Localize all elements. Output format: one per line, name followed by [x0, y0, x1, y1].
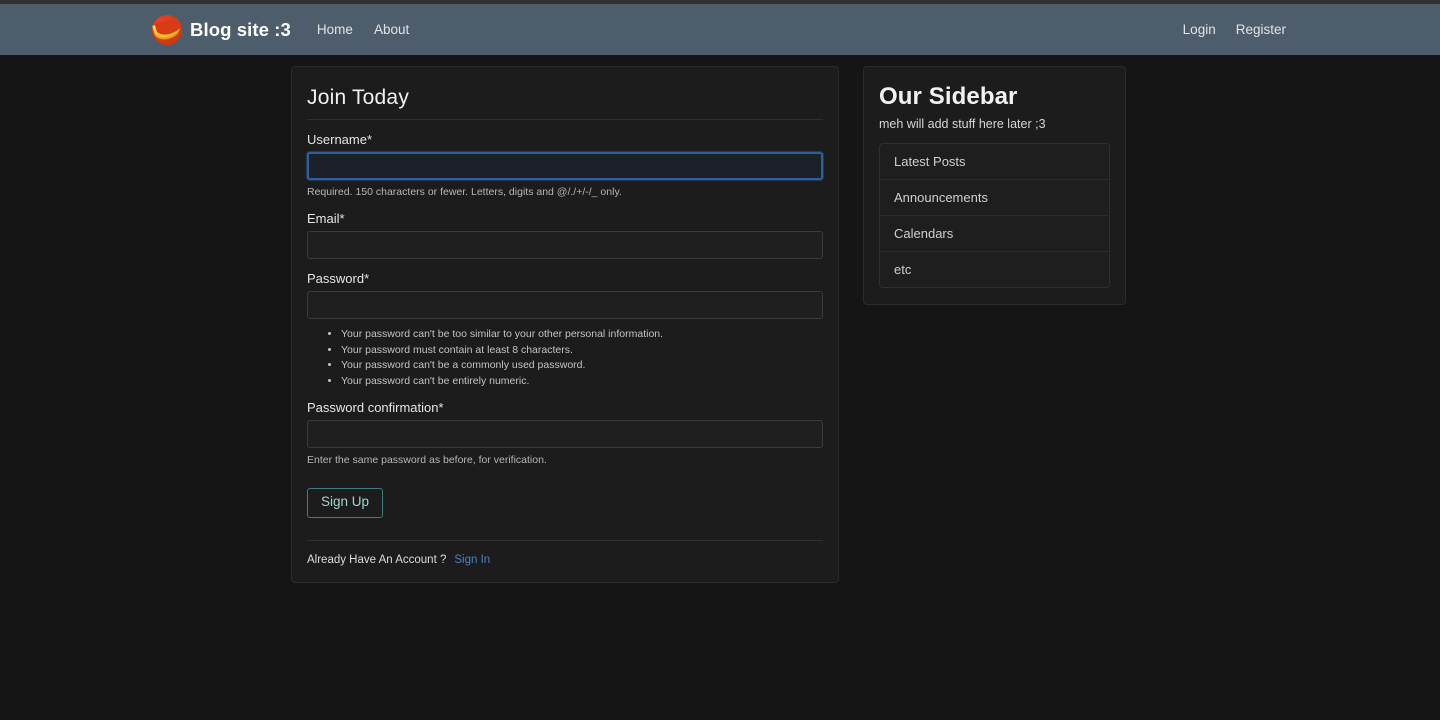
label-password: Password* — [307, 271, 370, 287]
sidebar: Our Sidebar meh will add stuff here late… — [863, 66, 1126, 305]
sidebar-title: Our Sidebar — [879, 83, 1018, 110]
nav-link-login[interactable]: Login — [1183, 22, 1216, 37]
signup-form: Username* Required. 150 characters or fe… — [307, 132, 823, 519]
main-column: Join Today Username* Required. 150 chara… — [291, 66, 839, 584]
password-rule: Your password can't be too similar to yo… — [341, 327, 823, 341]
sidebar-item-announcements[interactable]: Announcements — [880, 180, 1109, 216]
existing-account-prompt: Already Have An Account ? — [307, 554, 447, 567]
field-email: Email* — [307, 211, 823, 260]
brand-link[interactable]: Blog site :3 — [152, 14, 291, 45]
password-input[interactable] — [307, 291, 823, 320]
banana-circle-logo-icon — [152, 14, 182, 45]
sidebar-list: Latest Posts Announcements Calendars etc — [879, 143, 1110, 288]
sidebar-column: Our Sidebar meh will add stuff here late… — [863, 66, 1126, 305]
help-username: Required. 150 characters or fewer. Lette… — [307, 186, 622, 198]
sidebar-item-latest-posts[interactable]: Latest Posts — [880, 144, 1109, 180]
email-input[interactable] — [307, 231, 823, 260]
password-rule: Your password can't be a commonly used p… — [341, 358, 823, 372]
field-password: Password* Your password can't be too sim… — [307, 271, 823, 388]
auth-nav: Login Register — [1183, 22, 1290, 37]
nav-item-home: Home — [317, 21, 353, 39]
sign-up-button[interactable]: Sign Up — [307, 488, 384, 519]
nav-item-about: About — [374, 21, 409, 39]
password-confirmation-input[interactable] — [307, 420, 823, 449]
navbar: Blog site :3 Home About Login Register — [0, 4, 1440, 55]
nav-link-about[interactable]: About — [374, 22, 409, 37]
signup-card: Join Today Username* Required. 150 chara… — [291, 66, 839, 584]
sidebar-subtitle: meh will add stuff here later ;3 — [879, 117, 1046, 131]
password-rule: Your password can't be entirely numeric. — [341, 374, 823, 388]
nav-link-home[interactable]: Home — [317, 22, 353, 37]
sign-in-link[interactable]: Sign In — [454, 554, 490, 566]
help-password-confirmation: Enter the same password as before, for v… — [307, 454, 547, 467]
label-username: Username* — [307, 132, 373, 147]
password-rules-list: Your password can't be too similar to yo… — [307, 327, 823, 388]
page-title: Join Today — [307, 86, 823, 120]
sidebar-item-calendars[interactable]: Calendars — [880, 216, 1109, 252]
username-input[interactable] — [307, 152, 823, 180]
submit-row: Sign Up — [307, 488, 823, 519]
password-rule: Your password must contain at least 8 ch… — [341, 343, 823, 357]
navbar-inner: Blog site :3 Home About Login Register — [150, 4, 1290, 55]
field-password-confirmation: Password confirmation* Enter the same pa… — [307, 400, 823, 467]
brand-title: Blog site :3 — [190, 18, 291, 40]
primary-nav: Home About — [317, 21, 409, 39]
label-password-confirmation: Password confirmation* — [307, 400, 444, 416]
card-footer: Already Have An Account ? Sign In — [307, 540, 823, 566]
sidebar-item-etc[interactable]: etc — [880, 252, 1109, 287]
page-container: Join Today Username* Required. 150 chara… — [150, 55, 1290, 584]
nav-link-register[interactable]: Register — [1236, 22, 1286, 37]
field-username: Username* Required. 150 characters or fe… — [307, 132, 823, 199]
label-email: Email* — [307, 211, 345, 227]
